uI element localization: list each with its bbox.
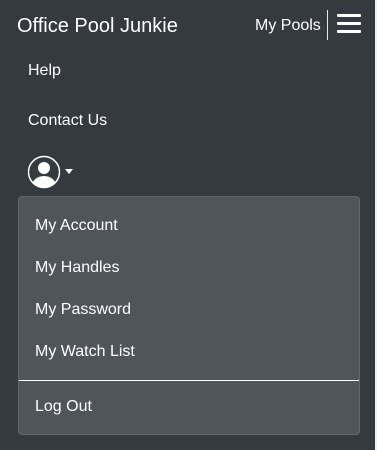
my-pools-link[interactable]: My Pools [255,16,321,36]
nav-contact-link[interactable]: Contact Us [28,111,107,131]
menu-item-my-account[interactable]: My Account [35,216,118,236]
navbar: Office Pool Junkie My Pools Help Contact… [0,0,377,450]
user-circle-icon [27,155,61,189]
nav-help-link[interactable]: Help [28,61,61,81]
menu-item-my-watch-list[interactable]: My Watch List [35,342,135,362]
menu-item-my-password[interactable]: My Password [35,300,131,320]
menu-item-my-handles[interactable]: My Handles [35,258,119,278]
user-dropdown-menu: My Account My Handles My Password My Wat… [18,196,360,435]
dropdown-divider [19,380,359,381]
hamburger-menu-icon[interactable] [337,13,361,35]
navbar-divider [327,10,328,40]
menu-item-log-out[interactable]: Log Out [35,397,92,417]
brand-link[interactable]: Office Pool Junkie [17,14,178,38]
user-menu-toggle[interactable] [27,155,77,191]
caret-down-icon [65,169,73,174]
